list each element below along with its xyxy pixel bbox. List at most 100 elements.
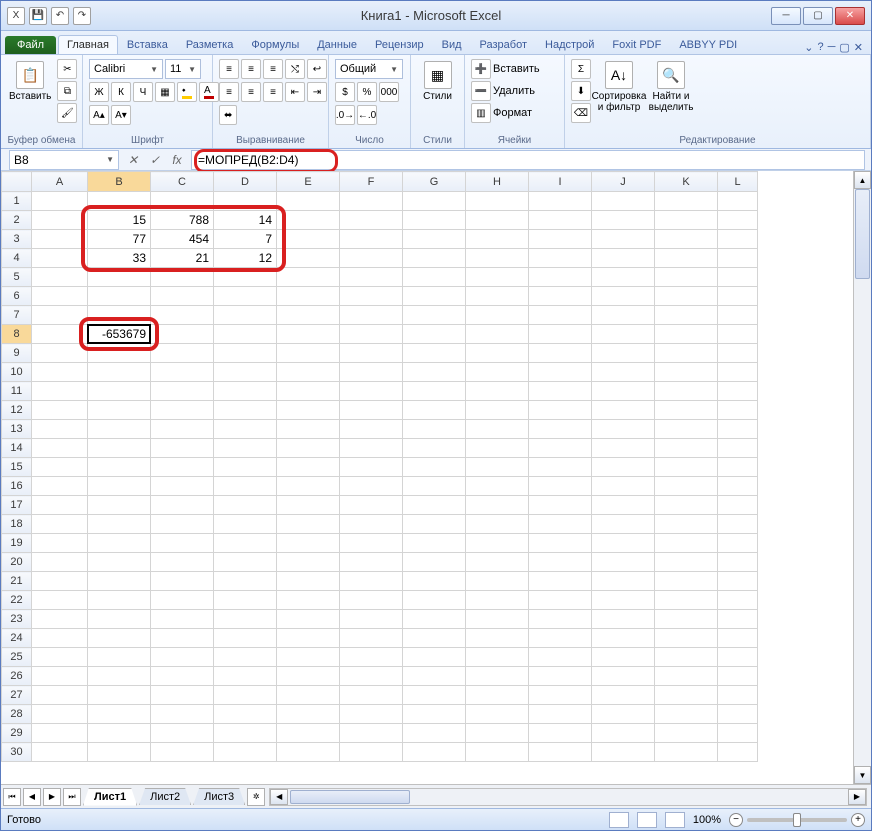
cell[interactable]: [718, 363, 758, 382]
cell[interactable]: [655, 306, 718, 325]
scroll-up-button[interactable]: ▲: [854, 171, 871, 189]
cell[interactable]: [403, 477, 466, 496]
hscroll-thumb[interactable]: [290, 790, 410, 804]
cell[interactable]: 7: [214, 230, 277, 249]
cell[interactable]: [151, 515, 214, 534]
cell[interactable]: [718, 420, 758, 439]
cell[interactable]: [592, 496, 655, 515]
cell[interactable]: [32, 515, 88, 534]
row-header[interactable]: 21: [2, 572, 32, 591]
cell[interactable]: [466, 610, 529, 629]
cell[interactable]: [151, 743, 214, 762]
cell[interactable]: [655, 249, 718, 268]
cell[interactable]: [655, 553, 718, 572]
new-sheet-button[interactable]: ✲: [247, 788, 265, 806]
cell[interactable]: [718, 211, 758, 230]
cell[interactable]: [88, 344, 151, 363]
cell[interactable]: [403, 268, 466, 287]
cell[interactable]: [277, 667, 340, 686]
cell[interactable]: [529, 553, 592, 572]
cell[interactable]: [592, 192, 655, 211]
cell[interactable]: [655, 477, 718, 496]
cell[interactable]: [403, 344, 466, 363]
cell[interactable]: [655, 591, 718, 610]
cell[interactable]: [655, 401, 718, 420]
row-header[interactable]: 13: [2, 420, 32, 439]
cell[interactable]: [529, 667, 592, 686]
cell[interactable]: [592, 629, 655, 648]
cell[interactable]: [655, 211, 718, 230]
scroll-track[interactable]: [854, 189, 871, 766]
cells-insert-button[interactable]: ➕Вставить: [471, 59, 540, 79]
cell[interactable]: [88, 382, 151, 401]
cell[interactable]: [32, 268, 88, 287]
cancel-formula-button[interactable]: ✕: [123, 150, 143, 170]
row-header[interactable]: 17: [2, 496, 32, 515]
cell[interactable]: [214, 420, 277, 439]
cell[interactable]: 14: [214, 211, 277, 230]
cell[interactable]: [466, 458, 529, 477]
col-header[interactable]: A: [32, 172, 88, 192]
cell[interactable]: [340, 496, 403, 515]
cell[interactable]: [277, 743, 340, 762]
cell[interactable]: 788: [151, 211, 214, 230]
cell[interactable]: [277, 306, 340, 325]
cell[interactable]: 33: [88, 249, 151, 268]
cell[interactable]: [655, 705, 718, 724]
cell[interactable]: [718, 344, 758, 363]
horizontal-scrollbar[interactable]: ◀ ▶: [269, 788, 867, 806]
cell[interactable]: [214, 192, 277, 211]
zoom-slider[interactable]: [747, 818, 847, 822]
cell[interactable]: [466, 534, 529, 553]
cell[interactable]: [88, 363, 151, 382]
cell[interactable]: [592, 249, 655, 268]
cell[interactable]: [214, 553, 277, 572]
row-header[interactable]: 28: [2, 705, 32, 724]
scroll-left-button[interactable]: ◀: [270, 789, 288, 805]
cell[interactable]: [277, 705, 340, 724]
cell[interactable]: [340, 363, 403, 382]
cell[interactable]: 15: [88, 211, 151, 230]
cell[interactable]: [340, 515, 403, 534]
row-header[interactable]: 8: [2, 325, 32, 344]
cell[interactable]: [403, 743, 466, 762]
cell[interactable]: [466, 553, 529, 572]
bold-button[interactable]: Ж: [89, 82, 109, 102]
cell[interactable]: [214, 591, 277, 610]
tab-formulas[interactable]: Формулы: [242, 35, 308, 54]
grow-font-button[interactable]: A▴: [89, 105, 109, 125]
col-header[interactable]: L: [718, 172, 758, 192]
cell[interactable]: [529, 401, 592, 420]
tab-foxit[interactable]: Foxit PDF: [603, 35, 670, 54]
cell[interactable]: [466, 382, 529, 401]
tab-addins[interactable]: Надстрой: [536, 35, 603, 54]
cell[interactable]: [529, 686, 592, 705]
scroll-down-button[interactable]: ▼: [854, 766, 871, 784]
cell[interactable]: [718, 477, 758, 496]
cell[interactable]: [592, 477, 655, 496]
cell[interactable]: [718, 382, 758, 401]
merge-button[interactable]: ⬌: [219, 105, 237, 125]
cell[interactable]: [655, 363, 718, 382]
cell[interactable]: [403, 629, 466, 648]
cell[interactable]: [88, 287, 151, 306]
cell[interactable]: [466, 249, 529, 268]
tab-view[interactable]: Вид: [433, 35, 471, 54]
enter-formula-button[interactable]: ✓: [145, 150, 165, 170]
cell[interactable]: [466, 268, 529, 287]
cell[interactable]: [340, 648, 403, 667]
cell[interactable]: [32, 572, 88, 591]
row-header[interactable]: 2: [2, 211, 32, 230]
undo-button[interactable]: ↶: [51, 7, 69, 25]
cell[interactable]: [718, 591, 758, 610]
cell[interactable]: [403, 211, 466, 230]
cell[interactable]: [340, 192, 403, 211]
cell[interactable]: [88, 420, 151, 439]
cell[interactable]: [32, 648, 88, 667]
cell[interactable]: [529, 705, 592, 724]
cell[interactable]: [718, 458, 758, 477]
maximize-button[interactable]: ▢: [803, 7, 833, 25]
cell[interactable]: [592, 382, 655, 401]
tab-review[interactable]: Рецензир: [366, 35, 433, 54]
cell[interactable]: [655, 287, 718, 306]
